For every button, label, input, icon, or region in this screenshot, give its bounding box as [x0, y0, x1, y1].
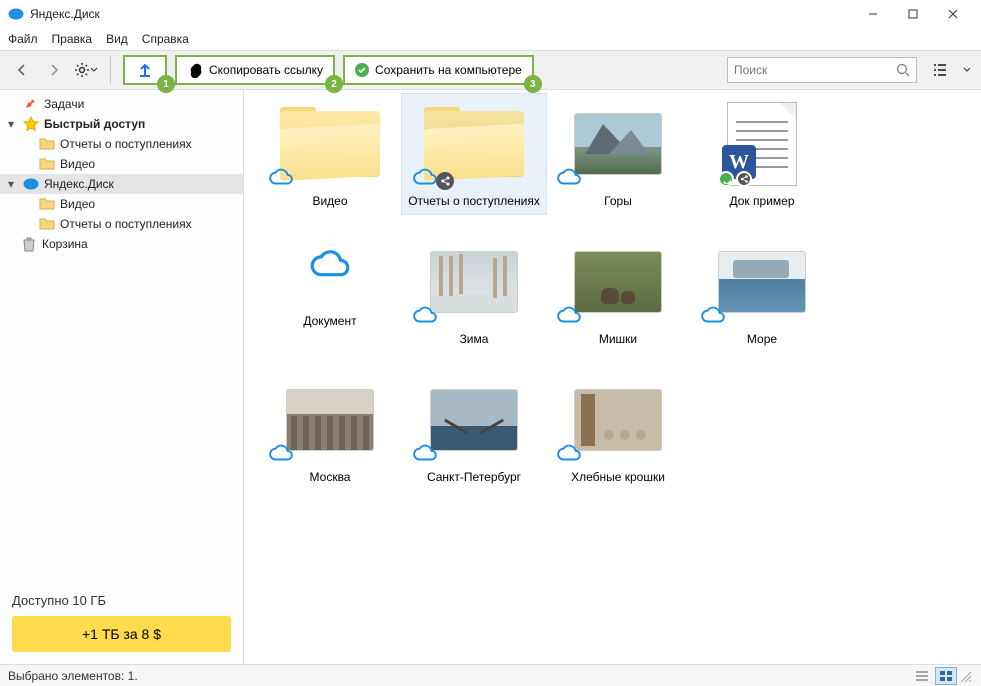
copy-link-label: Скопировать ссылку	[209, 63, 323, 77]
cloud-icon	[412, 167, 438, 190]
tree-disk-reports[interactable]: Отчеты о поступлениях	[0, 214, 243, 234]
file-doc-example[interactable]: W Док пример	[690, 94, 834, 214]
file-moscow[interactable]: Москва	[258, 370, 402, 490]
minimize-button[interactable]	[853, 0, 893, 28]
folder-video[interactable]: Видео	[258, 94, 402, 214]
nav-forward-button[interactable]	[42, 58, 66, 82]
status-selection: Выбрано элементов: 1.	[8, 669, 138, 683]
toolbar: 1 Скопировать ссылку 2 Сохранить на комп…	[0, 50, 981, 90]
window-title: Яндекс.Диск	[30, 7, 853, 21]
file-spb[interactable]: Санкт-Петербург	[402, 370, 546, 490]
separator	[110, 56, 111, 84]
chevron-down-icon[interactable]: ▾	[8, 177, 18, 191]
tree-disk-video[interactable]: Видео	[0, 194, 243, 214]
upload-button[interactable]: 1	[123, 55, 167, 85]
file-bears[interactable]: Мишки	[546, 232, 690, 352]
cloud-icon	[700, 305, 726, 328]
title-bar: Яндекс.Диск	[0, 0, 981, 28]
file-grid: Видео Отчеты о поступлениях Горы W Док п…	[244, 90, 981, 664]
copy-link-button[interactable]: Скопировать ссылку 2	[175, 55, 335, 85]
file-bread[interactable]: Хлебные крошки	[546, 370, 690, 490]
cloud-icon	[268, 443, 294, 466]
sidebar: Задачи ▾ Быстрый доступ Отчеты о поступл…	[0, 90, 244, 664]
cloud-icon	[308, 248, 352, 280]
menu-view[interactable]: Вид	[106, 32, 128, 46]
nav-back-button[interactable]	[10, 58, 34, 82]
settings-button[interactable]	[74, 58, 98, 82]
tree-tasks[interactable]: Задачи	[0, 94, 243, 114]
menu-help[interactable]: Справка	[142, 32, 189, 46]
cloud-icon	[556, 167, 582, 190]
app-logo-icon	[8, 6, 24, 22]
search-icon	[896, 63, 910, 77]
storage-promo: Доступно 10 ГБ +1 ТБ за 8 $	[0, 585, 243, 664]
chevron-down-icon[interactable]	[963, 66, 971, 74]
cloud-icon	[556, 443, 582, 466]
file-mountains[interactable]: Горы	[546, 94, 690, 214]
folder-icon	[38, 156, 56, 172]
tree-quick-video[interactable]: Видео	[0, 154, 243, 174]
view-list-button[interactable]	[925, 57, 955, 83]
star-icon	[22, 116, 40, 132]
upload-icon	[137, 62, 153, 78]
folder-icon	[38, 136, 56, 152]
view-details-button[interactable]	[911, 667, 933, 685]
search-box[interactable]	[727, 57, 917, 83]
cloud-icon	[268, 167, 294, 190]
folder-tree: Задачи ▾ Быстрый доступ Отчеты о поступл…	[0, 90, 243, 585]
close-button[interactable]	[933, 0, 973, 28]
file-sea[interactable]: Море	[690, 232, 834, 352]
tree-quick-access[interactable]: ▾ Быстрый доступ	[0, 114, 243, 134]
folder-icon	[38, 216, 56, 232]
check-circle-icon	[355, 63, 369, 77]
menu-file[interactable]: Файл	[8, 32, 38, 46]
chevron-down-icon[interactable]: ▾	[8, 117, 18, 131]
hint-badge-1: 1	[157, 75, 175, 93]
menu-edit[interactable]: Правка	[52, 32, 93, 46]
save-label: Сохранить на компьютере	[375, 63, 522, 77]
trash-icon	[20, 236, 38, 252]
cloud-icon	[412, 305, 438, 328]
cloud-icon	[412, 443, 438, 466]
storage-available-label: Доступно 10 ГБ	[12, 593, 231, 608]
status-bar: Выбрано элементов: 1.	[0, 664, 981, 686]
resize-grip-icon	[959, 670, 973, 682]
hint-badge-2: 2	[325, 75, 343, 93]
share-icon	[436, 172, 454, 190]
yandex-disk-icon	[22, 176, 40, 192]
tree-quick-reports[interactable]: Отчеты о поступлениях	[0, 134, 243, 154]
menu-bar: Файл Правка Вид Справка	[0, 28, 981, 50]
search-input[interactable]	[734, 63, 896, 77]
folder-icon	[38, 196, 56, 212]
file-document[interactable]: Документ	[258, 214, 402, 352]
file-winter[interactable]: Зима	[402, 232, 546, 352]
cloud-icon	[556, 305, 582, 328]
folder-reports[interactable]: Отчеты о поступлениях	[402, 94, 546, 214]
maximize-button[interactable]	[893, 0, 933, 28]
save-to-computer-button[interactable]: Сохранить на компьютере 3	[343, 55, 534, 85]
tree-trash[interactable]: Корзина	[0, 234, 243, 254]
link-icon	[187, 62, 203, 78]
hint-badge-3: 3	[524, 75, 542, 93]
pin-icon	[22, 96, 40, 112]
tree-yandex-disk[interactable]: ▾ Яндекс.Диск	[0, 174, 243, 194]
buy-storage-button[interactable]: +1 ТБ за 8 $	[12, 616, 231, 652]
view-tiles-button[interactable]	[935, 667, 957, 685]
